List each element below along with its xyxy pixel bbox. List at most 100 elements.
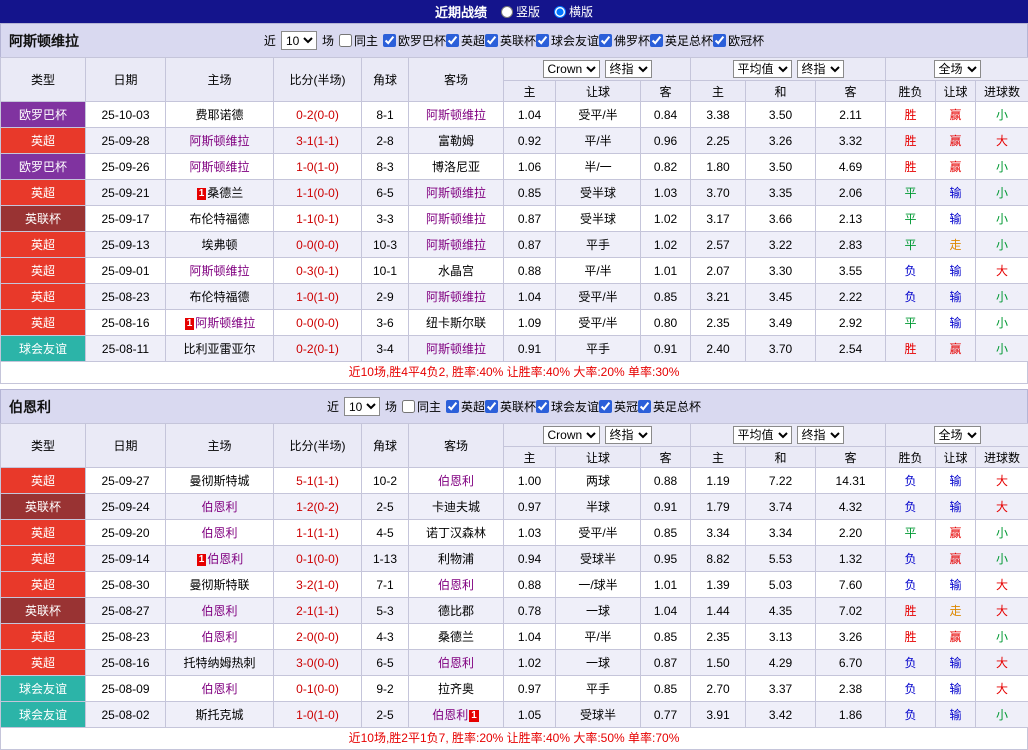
league-checkbox[interactable] <box>485 400 498 413</box>
same-home-checkbox[interactable] <box>339 34 352 47</box>
team-link[interactable]: 伯恩利 <box>201 526 237 540</box>
team-link[interactable]: 拉齐奥 <box>438 682 474 696</box>
vertical-view-radio[interactable] <box>501 6 513 18</box>
team-link[interactable]: 伯恩利 <box>432 708 468 722</box>
league-checkbox[interactable] <box>383 34 396 47</box>
league-filter[interactable]: 欧罗巴杯 <box>383 32 446 49</box>
away-odds: 1.02 <box>641 232 691 258</box>
avg-draw-odds: 3.50 <box>746 102 816 128</box>
team-link[interactable]: 阿斯顿维拉 <box>189 160 249 174</box>
team-link[interactable]: 比利亚雷亚尔 <box>183 342 255 356</box>
same-home-filter[interactable]: 同主 <box>402 398 441 415</box>
recent-count-select[interactable]: 10 <box>344 397 380 416</box>
average-stage-select[interactable]: 终指 <box>797 60 844 78</box>
view-option-horizontal[interactable]: 横版 <box>554 3 593 20</box>
team-link[interactable]: 卡迪夫城 <box>432 500 480 514</box>
team-link[interactable]: 伯恩利 <box>201 682 237 696</box>
league-checkbox[interactable] <box>713 34 726 47</box>
team-link[interactable]: 伯恩利 <box>207 552 243 566</box>
league-filter-label: 佛罗杯 <box>614 32 650 49</box>
league-checkbox[interactable] <box>599 400 612 413</box>
team-link[interactable]: 托特纳姆热刺 <box>183 656 255 670</box>
league-checkbox[interactable] <box>599 34 612 47</box>
team-link[interactable]: 伯恩利 <box>438 656 474 670</box>
league-filter[interactable]: 英超 <box>446 32 485 49</box>
away-team-cell: 阿斯顿维拉 <box>409 336 504 362</box>
handicap-line: 受平/半 <box>556 284 641 310</box>
corner-cell: 2-9 <box>362 284 409 310</box>
same-home-filter[interactable]: 同主 <box>339 32 378 49</box>
team-link[interactable]: 阿斯顿维拉 <box>189 134 249 148</box>
team-link[interactable]: 布伦特福德 <box>189 290 249 304</box>
team-link[interactable]: 纽卡斯尔联 <box>426 316 486 330</box>
team-link[interactable]: 德比郡 <box>438 604 474 618</box>
average-stage-select[interactable]: 终指 <box>797 426 844 444</box>
team-link[interactable]: 阿斯顿维拉 <box>426 238 486 252</box>
team-link[interactable]: 水晶宫 <box>438 264 474 278</box>
odds-stage-select[interactable]: 终指 <box>605 426 652 444</box>
league-badge: 球会友谊 <box>1 336 86 362</box>
league-filter[interactable]: 英超 <box>446 398 485 415</box>
team-link[interactable]: 伯恩利 <box>438 474 474 488</box>
col-header-avg-away: 客 <box>816 81 886 102</box>
team-link[interactable]: 伯恩利 <box>438 578 474 592</box>
league-filter[interactable]: 英足总杯 <box>650 32 713 49</box>
team-link[interactable]: 埃弗顿 <box>201 238 237 252</box>
league-filter[interactable]: 英足总杯 <box>638 398 701 415</box>
league-filter-label: 球会友谊 <box>551 398 599 415</box>
team-link[interactable]: 斯托克城 <box>195 708 243 722</box>
match-row: 英超25-09-01阿斯顿维拉0-3(0-1)10-1水晶宫0.88平/半1.0… <box>1 258 1028 284</box>
team-link[interactable]: 伯恩利 <box>201 500 237 514</box>
team-link[interactable]: 费耶诺德 <box>195 108 243 122</box>
league-badge: 英超 <box>1 284 86 310</box>
team-link[interactable]: 阿斯顿维拉 <box>426 108 486 122</box>
team-link[interactable]: 阿斯顿维拉 <box>426 186 486 200</box>
league-checkbox[interactable] <box>536 400 549 413</box>
team-link[interactable]: 布伦特福德 <box>189 212 249 226</box>
team-link[interactable]: 诺丁汉森林 <box>426 526 486 540</box>
league-checkbox[interactable] <box>536 34 549 47</box>
team-link[interactable]: 阿斯顿维拉 <box>189 264 249 278</box>
team-link[interactable]: 阿斯顿维拉 <box>426 212 486 226</box>
fulltime-select[interactable]: 全场 <box>934 426 981 444</box>
avg-draw-odds: 4.29 <box>746 650 816 676</box>
league-filter[interactable]: 英冠 <box>599 398 638 415</box>
average-select[interactable]: 平均值 <box>733 426 792 444</box>
view-option-vertical[interactable]: 竖版 <box>501 3 540 20</box>
league-checkbox[interactable] <box>650 34 663 47</box>
same-home-checkbox[interactable] <box>402 400 415 413</box>
league-checkbox[interactable] <box>446 400 459 413</box>
average-select[interactable]: 平均值 <box>733 60 792 78</box>
bookmaker-select[interactable]: Crown <box>543 426 600 444</box>
team-link[interactable]: 博洛尼亚 <box>432 160 480 174</box>
odds-stage-select[interactable]: 终指 <box>605 60 652 78</box>
league-checkbox[interactable] <box>446 34 459 47</box>
team-link[interactable]: 阿斯顿维拉 <box>195 316 255 330</box>
avg-home-odds: 8.82 <box>691 546 746 572</box>
league-filter[interactable]: 球会友谊 <box>536 32 599 49</box>
horizontal-view-radio[interactable] <box>554 6 566 18</box>
league-checkbox[interactable] <box>638 400 651 413</box>
league-filter[interactable]: 欧冠杯 <box>713 32 764 49</box>
team-link[interactable]: 利物浦 <box>438 552 474 566</box>
handicap-line: 受平/半 <box>556 310 641 336</box>
team-link[interactable]: 曼彻斯特城 <box>189 474 249 488</box>
league-filter[interactable]: 英联杯 <box>485 398 536 415</box>
team-link[interactable]: 阿斯顿维拉 <box>426 342 486 356</box>
league-filter[interactable]: 佛罗杯 <box>599 32 650 49</box>
team-link[interactable]: 富勒姆 <box>438 134 474 148</box>
league-checkbox[interactable] <box>485 34 498 47</box>
team-link[interactable]: 阿斯顿维拉 <box>426 290 486 304</box>
fulltime-select[interactable]: 全场 <box>934 60 981 78</box>
bookmaker-select[interactable]: Crown <box>543 60 600 78</box>
team-link[interactable]: 伯恩利 <box>201 604 237 618</box>
league-filter[interactable]: 球会友谊 <box>536 398 599 415</box>
team-link[interactable]: 伯恩利 <box>201 630 237 644</box>
summary-line: 近10场,胜2平1负7, 胜率:20% 让胜率:40% 大率:50% 单率:70… <box>0 728 1028 750</box>
team-link[interactable]: 桑德兰 <box>438 630 474 644</box>
goals-result-cell: 大 <box>976 128 1028 154</box>
team-link[interactable]: 曼彻斯特联 <box>189 578 249 592</box>
league-filter[interactable]: 英联杯 <box>485 32 536 49</box>
recent-count-select[interactable]: 10 <box>281 31 317 50</box>
team-link[interactable]: 桑德兰 <box>207 186 243 200</box>
